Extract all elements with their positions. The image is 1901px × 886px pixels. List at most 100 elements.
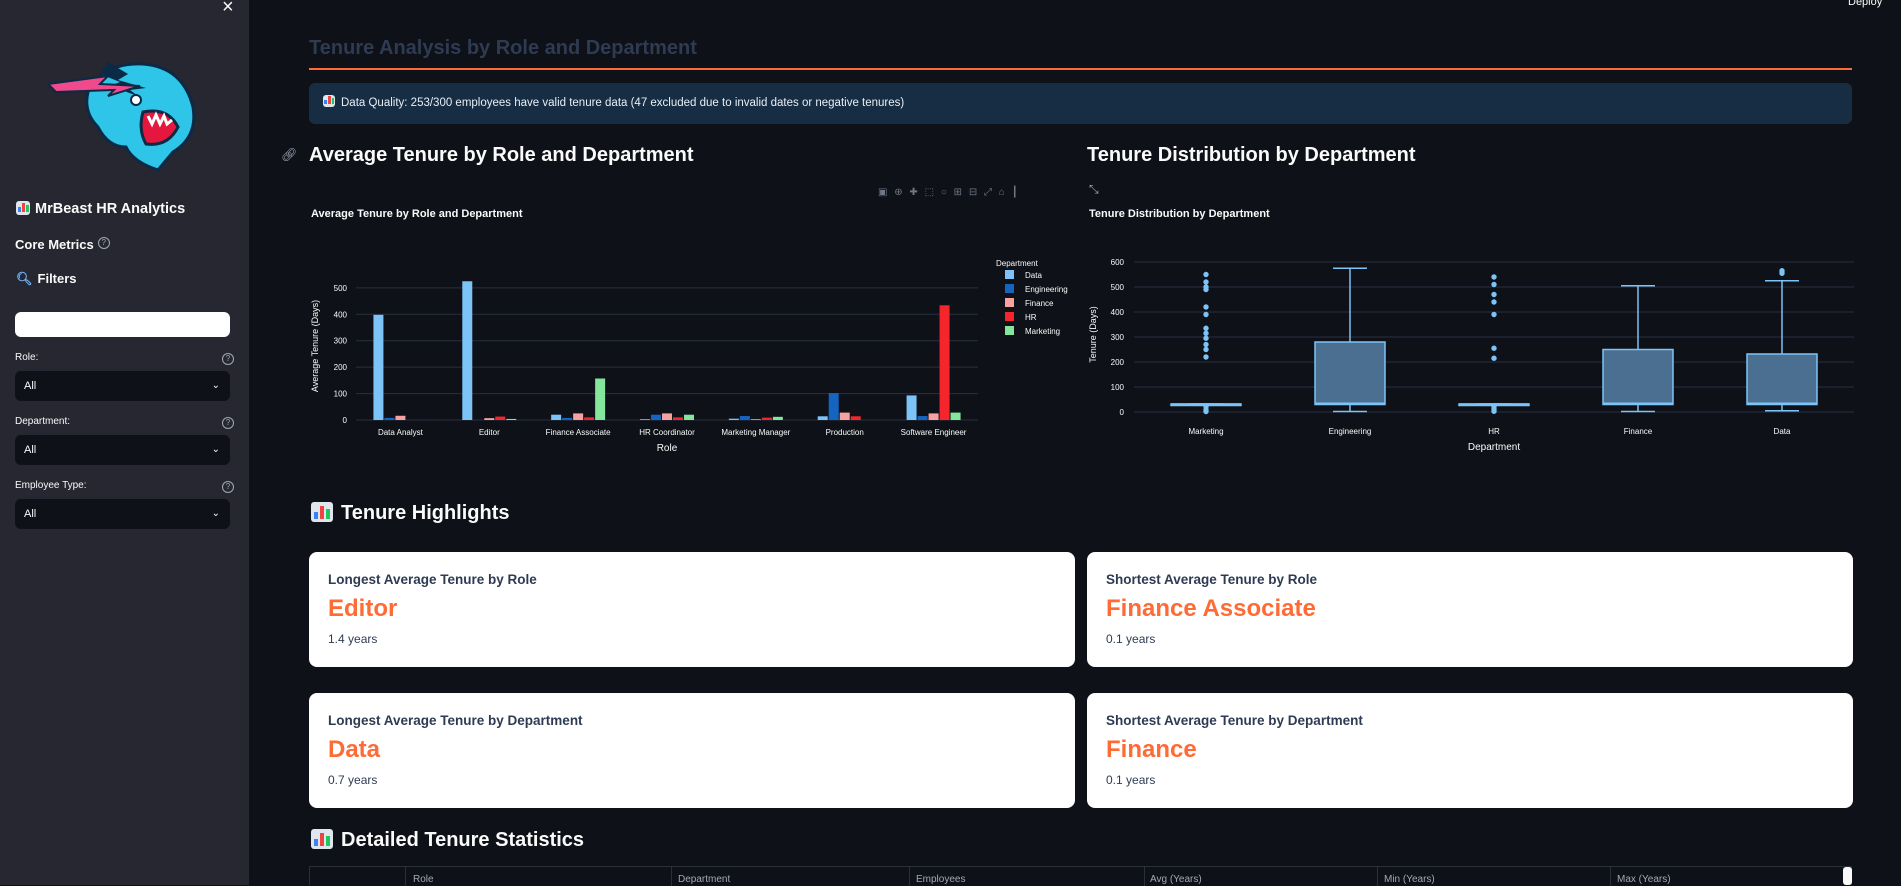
bar [495,416,506,420]
y-tick-label: 0 [343,416,348,425]
box [1602,348,1674,406]
y-tick-label: 300 [1111,333,1125,342]
data-quality-banner: Data Quality: 253/300 employees have val… [309,83,1852,124]
bar [573,413,584,420]
zoom-in-icon[interactable]: ⊞ [954,187,964,198]
box-chart: Tenure Distribution by Department 0 100 200… [1084,202,1854,464]
role-select[interactable]: All ⌄ [15,371,230,401]
chart-title: Tenure Distribution by Department [1089,208,1270,220]
bar [839,412,850,420]
details-heading: Detailed Tenure Statistics [311,829,584,852]
outlier-point [1491,311,1497,318]
role-select-value: All [24,380,37,392]
pan-icon[interactable]: ✚ [909,187,919,198]
bar [950,412,961,420]
y-tick-label: 200 [334,363,348,372]
x-tick-label: Finance [1624,427,1653,436]
bar [662,413,672,420]
outlier-point [1203,304,1209,310]
highlight-card: Longest Average Tenure by Department Dat… [309,693,1075,808]
x-tick-label: Finance Associate [546,428,611,437]
legend-label: Marketing [1025,327,1060,336]
employee-type-select[interactable]: All ⌄ [15,499,230,529]
highlight-sub: 0.1 years [1106,632,1156,646]
outlier-point [1203,341,1209,348]
camera-icon[interactable]: ▣ [878,187,889,198]
bar [506,418,517,420]
page-header: Tenure Analysis by Role and Department [309,37,697,59]
chevron-down-icon: ⌄ [211,444,220,455]
column-header[interactable]: Avg (Years) [1150,874,1202,885]
x-tick-label: Engineering [1329,427,1372,436]
outlier-point [1491,345,1497,351]
bar [917,416,928,420]
deploy-button[interactable]: Deploy [1848,0,1882,8]
bar [395,415,406,420]
y-tick-label: 300 [334,337,348,346]
column-divider [909,867,910,886]
filters-heading: 🔍︎ Filters [16,271,77,287]
outlier-point [1203,311,1209,318]
home-icon[interactable]: ⌂ [999,187,1007,198]
bar [906,395,917,420]
search-input[interactable] [15,312,230,337]
autoscale-icon[interactable]: ⤢ [984,187,994,198]
x-tick-label: Data [1774,427,1791,436]
close-sidebar-icon[interactable]: × [222,0,234,19]
column-header[interactable]: Max (Years) [1617,874,1671,885]
header-divider [309,68,1852,70]
x-tick-label: Data Analyst [378,428,424,437]
mrbeast-logo [48,62,196,172]
column-divider [405,867,406,886]
outlier-point [1203,279,1209,285]
bar [761,417,772,420]
bar [939,305,950,420]
highlight-label: Shortest Average Tenure by Department [1106,713,1363,728]
box [1746,353,1818,406]
bar [750,419,761,420]
employee-type-help-icon[interactable]: ? [222,481,234,493]
legend-label: Finance [1025,299,1054,308]
role-help-icon[interactable]: ? [222,353,234,365]
table-scrollbar[interactable] [1843,867,1852,885]
x-tick-label: Production [826,428,864,437]
zoom-out-icon[interactable]: ⊟ [969,187,979,198]
x-tick-label: HR Coordinator [639,428,695,437]
employee-type-select-value: All [24,508,37,520]
y-tick-label: 200 [1111,358,1125,367]
department-select[interactable]: All ⌄ [15,435,230,465]
zoom-icon[interactable]: ⊕ [894,187,904,198]
y-tick-label: 500 [1111,283,1125,292]
outlier-point [1491,408,1497,414]
outlier-point [1491,291,1497,298]
box [1314,341,1386,406]
legend-swatch [1005,298,1014,307]
outlier-point [1491,281,1497,288]
column-header[interactable]: Min (Years) [1384,874,1435,885]
outlier-point [1203,335,1209,341]
chart-emoji-icon [311,502,333,522]
y-axis-label: Tenure (Days) [1088,306,1098,363]
bar [484,418,495,420]
filters-text: Filters [37,271,77,286]
fullscreen-icon[interactable]: ⤡ [1089,182,1099,197]
department-help-icon[interactable]: ? [222,417,234,429]
legend-label: Engineering [1025,285,1068,294]
details-title: Detailed Tenure Statistics [341,829,585,851]
bar [651,414,661,420]
highlight-card: Shortest Average Tenure by Role Finance … [1087,552,1853,667]
anchor-link-icon[interactable]: 🔗︎ [281,147,298,163]
lasso-icon[interactable]: ○ [941,187,949,198]
box-select-icon[interactable]: ⬚ [925,187,936,198]
legend-swatch [1005,326,1014,335]
plotly-logo-icon[interactable]: ┃ [1012,187,1020,198]
column-header[interactable]: Employees [916,874,965,885]
column-header[interactable]: Role [413,874,434,885]
column-header[interactable]: Department [678,874,730,885]
bar [584,417,595,420]
x-tick-label: Editor [479,428,500,437]
column-divider [1144,867,1145,886]
outlier-point [1203,346,1209,353]
highlights-heading: Tenure Highlights [311,502,510,525]
help-icon[interactable]: ? [97,237,110,249]
